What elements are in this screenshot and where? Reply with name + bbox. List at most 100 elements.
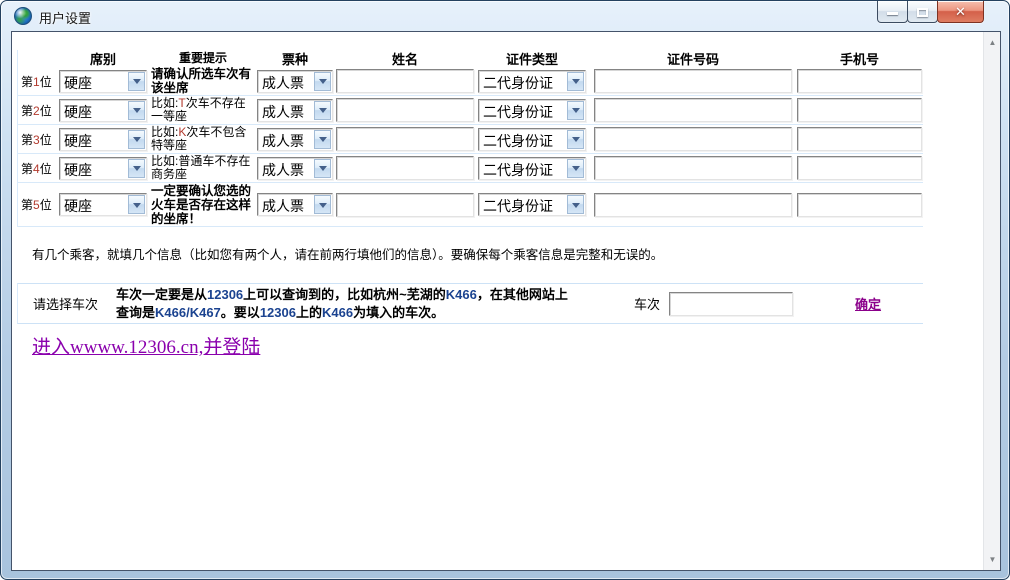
chevron-down-icon[interactable] bbox=[567, 71, 584, 91]
chevron-down-icon[interactable] bbox=[567, 158, 584, 178]
phone-input[interactable] bbox=[797, 127, 922, 151]
header-id-number: 证件号码 bbox=[666, 52, 719, 67]
row-label: 第3位 bbox=[21, 131, 59, 148]
chevron-down-icon[interactable] bbox=[567, 195, 584, 214]
ticket-type-select[interactable]: 成人票 bbox=[257, 98, 333, 122]
header-seat-class: 席别 bbox=[89, 52, 116, 67]
notice-segment: K466/K467 bbox=[155, 304, 221, 320]
name-input[interactable] bbox=[336, 69, 474, 93]
seat-class-value: 硬座 bbox=[64, 103, 92, 120]
chevron-down-icon[interactable] bbox=[567, 100, 584, 120]
passenger-instructions: 有几个乘客，就填几个信息（比如您有两个人，请在前两行填他们的信息）。要确保每个乘… bbox=[32, 248, 664, 262]
seat-class-select[interactable]: 硬座 bbox=[59, 69, 147, 93]
ticket-type-value: 成人票 bbox=[262, 161, 304, 178]
row-label-suffix: 位 bbox=[39, 161, 52, 176]
name-input[interactable] bbox=[336, 192, 474, 217]
id-type-value: 二代身份证 bbox=[483, 198, 553, 214]
name-input[interactable] bbox=[336, 156, 474, 180]
row-label-suffix: 位 bbox=[39, 103, 52, 118]
notice-segment: 比如:普通车不存在商务座 bbox=[151, 154, 251, 181]
login-12306-link[interactable]: 进入wwww.12306.cn,并登陆 bbox=[32, 332, 260, 359]
minimize-icon bbox=[887, 11, 898, 15]
title-bar[interactable]: 用户设置 ✕ bbox=[1, 1, 1009, 31]
header-name: 姓名 bbox=[391, 52, 418, 67]
id-type-select[interactable]: 二代身份证 bbox=[478, 193, 586, 216]
ticket-type-value: 成人票 bbox=[262, 132, 304, 149]
ticket-type-value: 成人票 bbox=[262, 103, 304, 120]
seat-class-select[interactable]: 硬座 bbox=[59, 127, 147, 151]
train-number-notice: 车次一定要是从12306上可以查询到的，比如杭州~芜湖的K466，在其他网站上查… bbox=[116, 286, 578, 322]
notice-segment: 。要以 bbox=[220, 304, 260, 320]
table-header-row: 席别 重要提示 票种 姓名 证件类型 证件号码 手机号 bbox=[18, 50, 923, 68]
close-button[interactable]: ✕ bbox=[937, 1, 984, 23]
vertical-scrollbar[interactable]: ▲ ▼ bbox=[983, 32, 1000, 570]
notice-segment: 上的 bbox=[295, 304, 322, 320]
id-type-select[interactable]: 二代身份证 bbox=[478, 127, 586, 151]
row-label-suffix: 位 bbox=[39, 132, 52, 147]
chevron-down-icon[interactable] bbox=[314, 71, 331, 91]
header-ticket-type: 票种 bbox=[281, 52, 308, 67]
train-number-section: 请选择车次 车次一定要是从12306上可以查询到的，比如杭州~芜湖的K466，在… bbox=[17, 283, 923, 324]
id-number-input[interactable] bbox=[594, 98, 792, 122]
id-type-select[interactable]: 二代身份证 bbox=[478, 156, 586, 180]
passenger-row-4: 第4位 硬座 比如:普通车不存在商务座 成人票 二代身份证 bbox=[18, 154, 923, 183]
id-number-input[interactable] bbox=[594, 127, 792, 151]
phone-input[interactable] bbox=[797, 192, 922, 217]
window-title: 用户设置 bbox=[39, 11, 92, 26]
row-notice: 请确认所选车次有该坐席 bbox=[151, 67, 255, 95]
ticket-type-select[interactable]: 成人票 bbox=[257, 193, 333, 216]
header-id-type: 证件类型 bbox=[505, 52, 558, 67]
notice-segment: T bbox=[178, 96, 186, 110]
minimize-button[interactable] bbox=[877, 1, 908, 23]
name-input[interactable] bbox=[336, 127, 474, 151]
id-type-select[interactable]: 二代身份证 bbox=[478, 98, 586, 122]
name-input[interactable] bbox=[336, 98, 474, 122]
train-no-input[interactable] bbox=[669, 291, 794, 316]
notice-segment: 比如: bbox=[151, 96, 179, 110]
seat-class-select[interactable]: 硬座 bbox=[59, 98, 147, 122]
id-type-value: 二代身份证 bbox=[483, 74, 553, 91]
id-number-input[interactable] bbox=[594, 192, 792, 217]
ticket-type-value: 成人票 bbox=[262, 74, 304, 91]
confirm-button[interactable]: 确定 bbox=[855, 294, 881, 313]
row-label: 第5位 bbox=[21, 196, 59, 213]
scroll-down-icon[interactable]: ▼ bbox=[984, 551, 1001, 568]
notice-segment: 为填入的车次。 bbox=[353, 304, 445, 320]
chevron-down-icon[interactable] bbox=[128, 71, 145, 91]
scroll-up-icon[interactable]: ▲ bbox=[984, 34, 1001, 51]
maximize-button[interactable] bbox=[907, 1, 938, 23]
chevron-down-icon[interactable] bbox=[128, 158, 145, 178]
chevron-down-icon[interactable] bbox=[128, 195, 145, 214]
phone-input[interactable] bbox=[797, 156, 922, 180]
chevron-down-icon[interactable] bbox=[314, 195, 331, 214]
id-type-select[interactable]: 二代身份证 bbox=[478, 69, 586, 93]
chevron-down-icon[interactable] bbox=[314, 100, 331, 120]
id-number-input[interactable] bbox=[594, 69, 792, 93]
row-number: 4 bbox=[33, 161, 40, 176]
ticket-type-select[interactable]: 成人票 bbox=[257, 127, 333, 151]
chevron-down-icon[interactable] bbox=[314, 158, 331, 178]
notice-segment: 请确认所选车次有该坐席 bbox=[151, 67, 252, 95]
train-no-label: 车次 bbox=[634, 297, 661, 312]
seat-class-value: 硬座 bbox=[64, 161, 92, 178]
seat-class-select[interactable]: 硬座 bbox=[59, 156, 147, 180]
row-label: 第2位 bbox=[21, 102, 59, 119]
ticket-type-select[interactable]: 成人票 bbox=[257, 156, 333, 180]
chevron-down-icon[interactable] bbox=[314, 129, 331, 149]
row-label-prefix: 第 bbox=[21, 198, 34, 212]
ticket-type-select[interactable]: 成人票 bbox=[257, 69, 333, 93]
notice-segment: 12306 bbox=[259, 304, 296, 320]
phone-input[interactable] bbox=[797, 98, 922, 122]
row-number: 5 bbox=[33, 198, 40, 212]
chevron-down-icon[interactable] bbox=[128, 100, 145, 120]
phone-input[interactable] bbox=[797, 69, 922, 93]
passenger-row-1: 第1位 硬座 请确认所选车次有该坐席 成人票 二代身份证 bbox=[18, 67, 923, 96]
chevron-down-icon[interactable] bbox=[567, 129, 584, 149]
seat-class-select[interactable]: 硬座 bbox=[59, 193, 147, 216]
seat-class-value: 硬座 bbox=[64, 198, 92, 214]
header-phone: 手机号 bbox=[839, 52, 879, 67]
chevron-down-icon[interactable] bbox=[128, 129, 145, 149]
row-number: 3 bbox=[33, 132, 40, 147]
notice-segment: K466 bbox=[445, 286, 477, 302]
id-number-input[interactable] bbox=[594, 156, 792, 180]
